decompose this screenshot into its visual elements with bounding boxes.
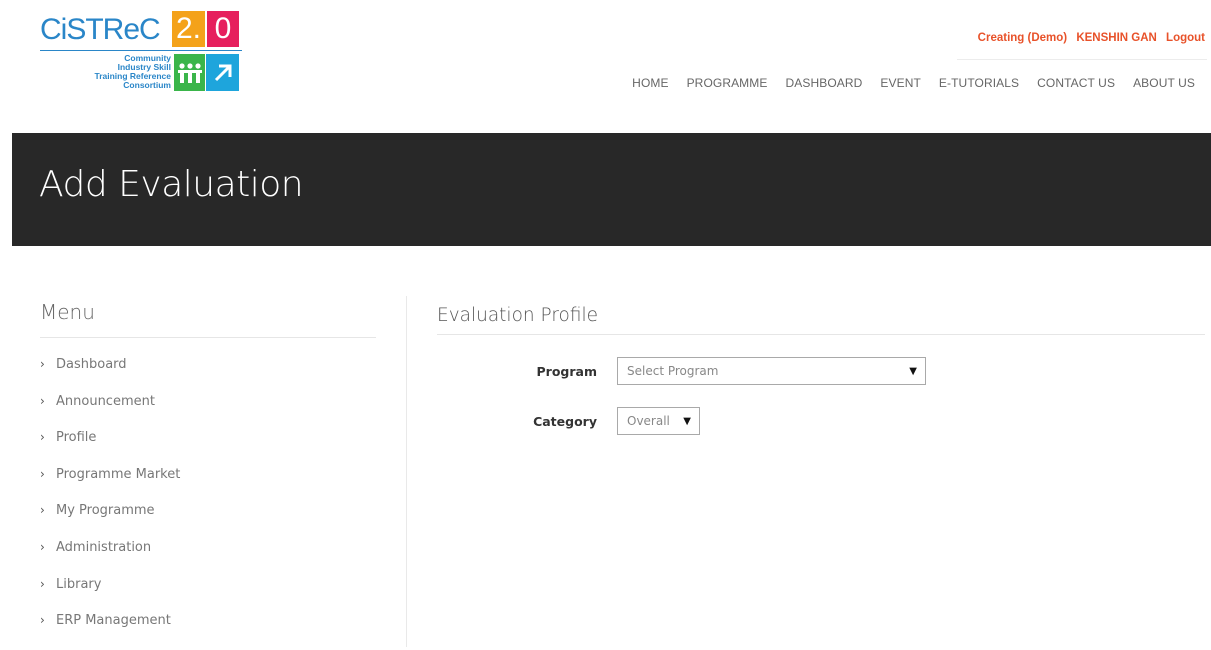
logo-underline — [40, 50, 242, 51]
logo-wordmark: CiSTReC — [40, 13, 161, 46]
sidebar-item-label: My Programme — [56, 503, 155, 519]
sidebar-item-erp-management[interactable]: › ERP Management — [38, 613, 376, 650]
logo-subtitle-line: Consortium — [123, 80, 171, 90]
people-icon — [174, 54, 205, 91]
nav-event[interactable]: EVENT — [880, 76, 921, 90]
logo-version-minor: 0 — [207, 11, 239, 47]
chevron-right-icon: › — [40, 576, 45, 591]
sidebar-item-profile[interactable]: › Profile — [38, 430, 376, 467]
nav-contact-us[interactable]: CONTACT US — [1037, 76, 1115, 90]
user-bar-divider — [957, 59, 1207, 60]
nav-about-us[interactable]: ABOUT US — [1133, 76, 1195, 90]
chevron-right-icon: › — [40, 393, 45, 408]
sidebar-item-administration[interactable]: › Administration — [38, 540, 376, 577]
category-select-value: Overall — [627, 414, 670, 428]
chevron-right-icon: › — [40, 466, 45, 481]
program-row: Program Select Program ▼ — [437, 357, 926, 385]
caret-down-icon: ▼ — [683, 415, 691, 427]
sidebar-item-programme-market[interactable]: › Programme Market — [38, 467, 376, 504]
sidebar-item-label: Library — [56, 576, 102, 592]
page-title: Add Evaluation — [39, 164, 304, 205]
logo-version-major: 2. — [172, 11, 205, 47]
user-bar: Creating (Demo) KENSHIN GAN Logout — [972, 32, 1205, 44]
sidebar-item-label: Profile — [56, 430, 97, 446]
category-label: Category — [533, 413, 597, 429]
sidebar-item-label: Dashboard — [56, 357, 127, 372]
page-banner: Add Evaluation — [12, 133, 1211, 246]
category-select[interactable]: Overall ▼ — [617, 407, 700, 435]
sidebar-title: Menu — [40, 300, 376, 338]
sidebar-item-label: Programme Market — [56, 466, 181, 482]
nav-programme[interactable]: PROGRAMME — [687, 76, 768, 90]
chevron-right-icon: › — [40, 357, 45, 371]
sidebar-item-label: ERP Management — [56, 613, 171, 629]
sidebar-item-dashboard[interactable]: › Dashboard — [38, 357, 376, 394]
program-select[interactable]: Select Program ▼ — [617, 357, 926, 385]
site-logo[interactable]: CiSTReC 2. 0 Community Industry Skill Tr… — [38, 10, 244, 92]
sidebar-item-label: Administration — [56, 539, 152, 555]
section-title: Evaluation Profile — [437, 305, 1205, 335]
program-select-value: Select Program — [627, 364, 719, 378]
user-name-link[interactable]: KENSHIN GAN — [1076, 32, 1157, 44]
nav-home[interactable]: HOME — [632, 76, 668, 90]
category-row: Category Overall ▼ — [437, 407, 700, 435]
sidebar-divider — [406, 296, 407, 647]
nav-e-tutorials[interactable]: E-TUTORIALS — [939, 76, 1019, 90]
chevron-right-icon: › — [40, 503, 45, 518]
logo-subtitle: Community Industry Skill Training Refere… — [68, 54, 171, 90]
demo-mode-link[interactable]: Creating (Demo) — [978, 32, 1067, 44]
chevron-right-icon: › — [40, 613, 45, 628]
main-nav: HOME PROGRAMME DASHBOARD EVENT E-TUTORIA… — [614, 76, 1195, 90]
nav-dashboard[interactable]: DASHBOARD — [785, 76, 862, 90]
chevron-right-icon: › — [40, 430, 45, 445]
sidebar-menu: Menu › Dashboard › Announcement › Profile ›… — [38, 300, 376, 650]
sidebar-item-my-programme[interactable]: › My Programme — [38, 503, 376, 540]
chevron-right-icon: › — [40, 539, 45, 554]
sidebar-item-announcement[interactable]: › Announcement — [38, 394, 376, 431]
sidebar-item-library[interactable]: › Library — [38, 577, 376, 614]
logout-link[interactable]: Logout — [1166, 32, 1205, 44]
sidebar-item-label: Announcement — [56, 393, 155, 409]
caret-down-icon: ▼ — [909, 365, 917, 377]
program-label: Program — [536, 363, 598, 379]
arrow-up-right-icon — [206, 54, 239, 91]
